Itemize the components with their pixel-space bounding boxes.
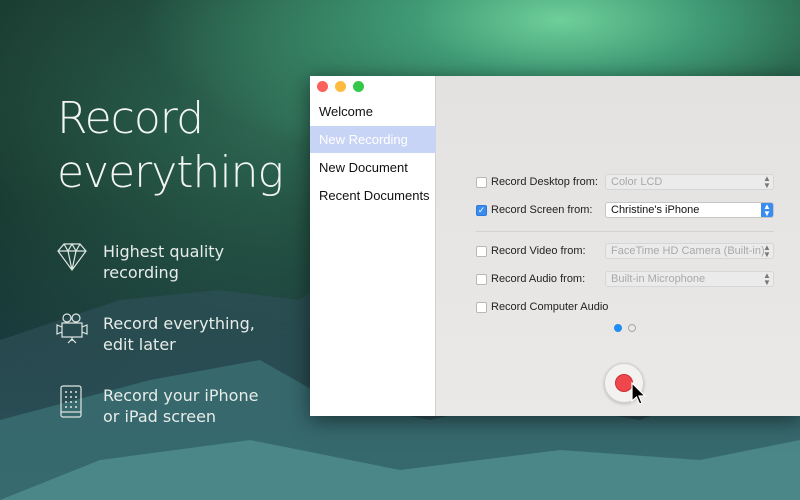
hero-title: Record everything <box>57 92 284 200</box>
zoom-button[interactable] <box>353 81 364 92</box>
option-record-computer-audio: Record Computer Audio <box>476 299 608 315</box>
movie-camera-icon <box>56 313 88 344</box>
record-screen-checkbox[interactable]: ✓ <box>476 204 487 216</box>
option-record-audio: Record Audio from: <box>476 271 605 287</box>
desktop-source-select[interactable]: Color LCD ▲ ▼ <box>605 174 774 190</box>
option-label: Record Computer Audio <box>491 301 609 313</box>
record-video-checkbox[interactable] <box>476 245 487 257</box>
hero-line-1: Record <box>57 93 204 144</box>
feature-iphone: Record your iPhone or iPad screen <box>55 384 258 427</box>
select-value: Built-in Microphone <box>611 273 706 285</box>
hero-line-2: everything <box>57 147 284 198</box>
record-desktop-checkbox[interactable] <box>476 176 487 188</box>
diamond-icon <box>57 242 87 272</box>
page-dot-active[interactable] <box>614 324 622 332</box>
feature-text: Record everything, <box>103 314 255 333</box>
chevron-updown-icon: ▲ ▼ <box>763 243 771 259</box>
sidebar-item-recent-documents[interactable]: Recent Documents <box>310 182 436 209</box>
feature-text: edit later <box>103 335 176 354</box>
chevron-updown-icon: ▲ ▼ <box>761 203 773 218</box>
record-computer-audio-checkbox[interactable] <box>476 301 487 313</box>
option-label: Record Video from: <box>491 245 586 257</box>
app-window: Welcome New Recording New Document Recen… <box>310 76 800 416</box>
feature-text: or iPad screen <box>103 407 217 426</box>
chevron-updown-icon: ▲ ▼ <box>763 174 771 190</box>
sidebar: Welcome New Recording New Document Recen… <box>310 76 436 416</box>
chevron-updown-icon: ▲ ▼ <box>763 271 771 287</box>
option-record-video: Record Video from: <box>476 243 605 259</box>
select-value: Christine's iPhone <box>611 204 700 216</box>
feature-text: Highest quality <box>103 242 225 261</box>
sidebar-item-new-document[interactable]: New Document <box>310 154 436 181</box>
page-dot[interactable] <box>628 324 636 332</box>
option-label: Record Screen from: <box>491 204 593 216</box>
feature-text: Record your iPhone <box>103 386 259 405</box>
feature-quality: Highest quality recording <box>55 240 224 283</box>
divider <box>476 231 774 232</box>
tablet-icon <box>60 385 82 418</box>
close-button[interactable] <box>317 81 328 92</box>
minimize-button[interactable] <box>335 81 346 92</box>
sidebar-item-new-recording[interactable]: New Recording <box>310 126 436 153</box>
screen-source-select[interactable]: Christine's iPhone ▲ ▼ <box>605 202 774 218</box>
cursor-icon <box>631 382 647 405</box>
feature-text: recording <box>103 263 179 282</box>
video-source-select[interactable]: FaceTime HD Camera (Built-in) ▲ ▼ <box>605 243 774 259</box>
sidebar-item-welcome[interactable]: Welcome <box>310 98 436 125</box>
option-record-screen: ✓ Record Screen from: <box>476 202 605 218</box>
option-label: Record Desktop from: <box>491 176 598 188</box>
select-value: FaceTime HD Camera (Built-in) <box>611 245 765 257</box>
feature-edit: Record everything, edit later <box>55 312 255 355</box>
select-value: Color LCD <box>611 176 663 188</box>
record-audio-checkbox[interactable] <box>476 273 487 285</box>
option-label: Record Audio from: <box>491 273 586 285</box>
audio-source-select[interactable]: Built-in Microphone ▲ ▼ <box>605 271 774 287</box>
